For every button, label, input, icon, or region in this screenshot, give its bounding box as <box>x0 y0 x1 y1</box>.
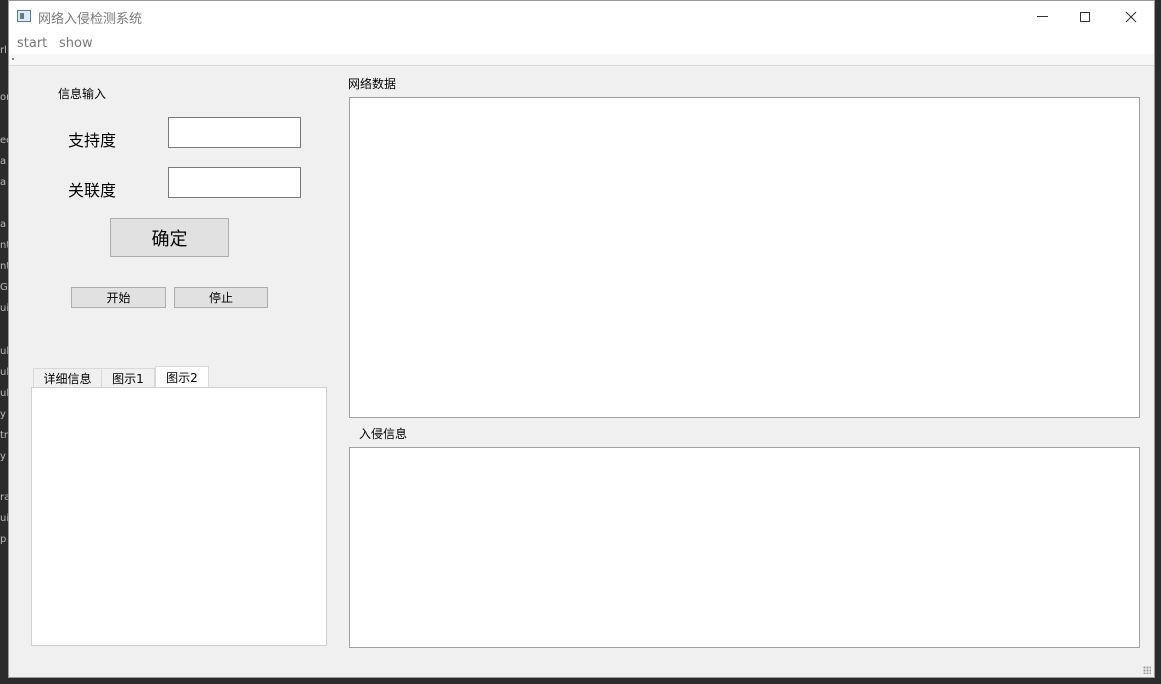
background-edge <box>0 678 1161 684</box>
stop-button[interactable]: 停止 <box>174 287 268 308</box>
network-data-title: 网络数据 <box>348 77 397 91</box>
maximize-button[interactable] <box>1062 1 1108 32</box>
tab-details[interactable]: 详细信息 <box>33 368 102 388</box>
toolbar <box>9 54 1154 66</box>
window-title: 网络入侵检测系统 <box>38 12 143 27</box>
app-window: 网络入侵检测系统 start show 信息输入 支持度 关联度 确定 开始 停… <box>8 0 1155 678</box>
intrusion-info-title: 入侵信息 <box>359 427 408 441</box>
title-bar[interactable]: 网络入侵检测系统 <box>9 1 1154 32</box>
resize-grip-icon[interactable] <box>1143 666 1151 674</box>
menu-start[interactable]: start <box>17 36 47 51</box>
tab-content-panel <box>31 387 327 646</box>
toolbar-handle-icon[interactable] <box>12 58 14 60</box>
confidence-input[interactable] <box>168 167 301 198</box>
support-input[interactable] <box>168 117 301 148</box>
input-section-title: 信息输入 <box>58 87 107 101</box>
confidence-label: 关联度 <box>68 181 117 200</box>
close-icon <box>1125 11 1137 22</box>
support-label: 支持度 <box>68 131 117 150</box>
tab-chart1[interactable]: 图示1 <box>101 368 155 388</box>
start-button[interactable]: 开始 <box>71 287 166 308</box>
confirm-button[interactable]: 确定 <box>110 218 229 257</box>
intrusion-info-textarea[interactable] <box>349 447 1140 648</box>
minimize-icon <box>1036 16 1048 17</box>
tab-chart2[interactable]: 图示2 <box>155 366 209 388</box>
menu-show[interactable]: show <box>59 36 93 51</box>
app-window-icon <box>17 10 31 22</box>
network-data-textarea[interactable] <box>349 97 1140 418</box>
menu-bar: start show <box>9 32 1154 54</box>
minimize-button[interactable] <box>1019 1 1065 32</box>
maximize-icon <box>1080 11 1090 22</box>
close-button[interactable] <box>1108 1 1154 32</box>
